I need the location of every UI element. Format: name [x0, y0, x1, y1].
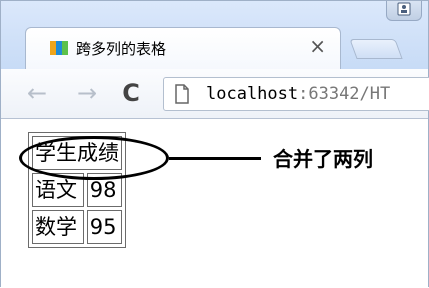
url-path: :63342/HT: [298, 84, 391, 104]
toolbar: ← → C localhost:63342/HT: [1, 69, 429, 119]
new-tab-button[interactable]: [349, 39, 403, 59]
score-cell: 95: [86, 210, 122, 244]
annotation-label: 合并了两列: [273, 147, 373, 171]
profile-button[interactable]: [386, 1, 422, 21]
highlight-ellipse: [19, 136, 169, 180]
subject-cell: 数学: [32, 210, 84, 244]
back-button[interactable]: ←: [23, 79, 51, 107]
tab-close-icon[interactable]: ×: [309, 34, 326, 58]
callout-line: [169, 157, 261, 160]
tab-title: 跨多列的表格: [76, 40, 167, 58]
forward-button[interactable]: →: [73, 79, 101, 107]
address-bar[interactable]: localhost:63342/HT: [163, 77, 429, 111]
profile-icon: [397, 2, 411, 16]
tab-strip: 跨多列的表格 ×: [1, 1, 428, 70]
reload-button[interactable]: C: [117, 79, 145, 107]
browser-window: 跨多列的表格 × ← → C localhost:63342/HT 学生成绩 语…: [0, 0, 429, 288]
url-host: localhost: [206, 84, 299, 104]
favicon-icon: [50, 40, 68, 55]
table-row: 数学 95: [32, 210, 122, 244]
page-icon: [174, 84, 190, 108]
url-text: localhost:63342/HT: [206, 84, 390, 104]
page-content: 学生成绩 语文 98 数学 95 合并了两列: [1, 119, 428, 288]
active-tab[interactable]: 跨多列的表格 ×: [25, 27, 341, 70]
